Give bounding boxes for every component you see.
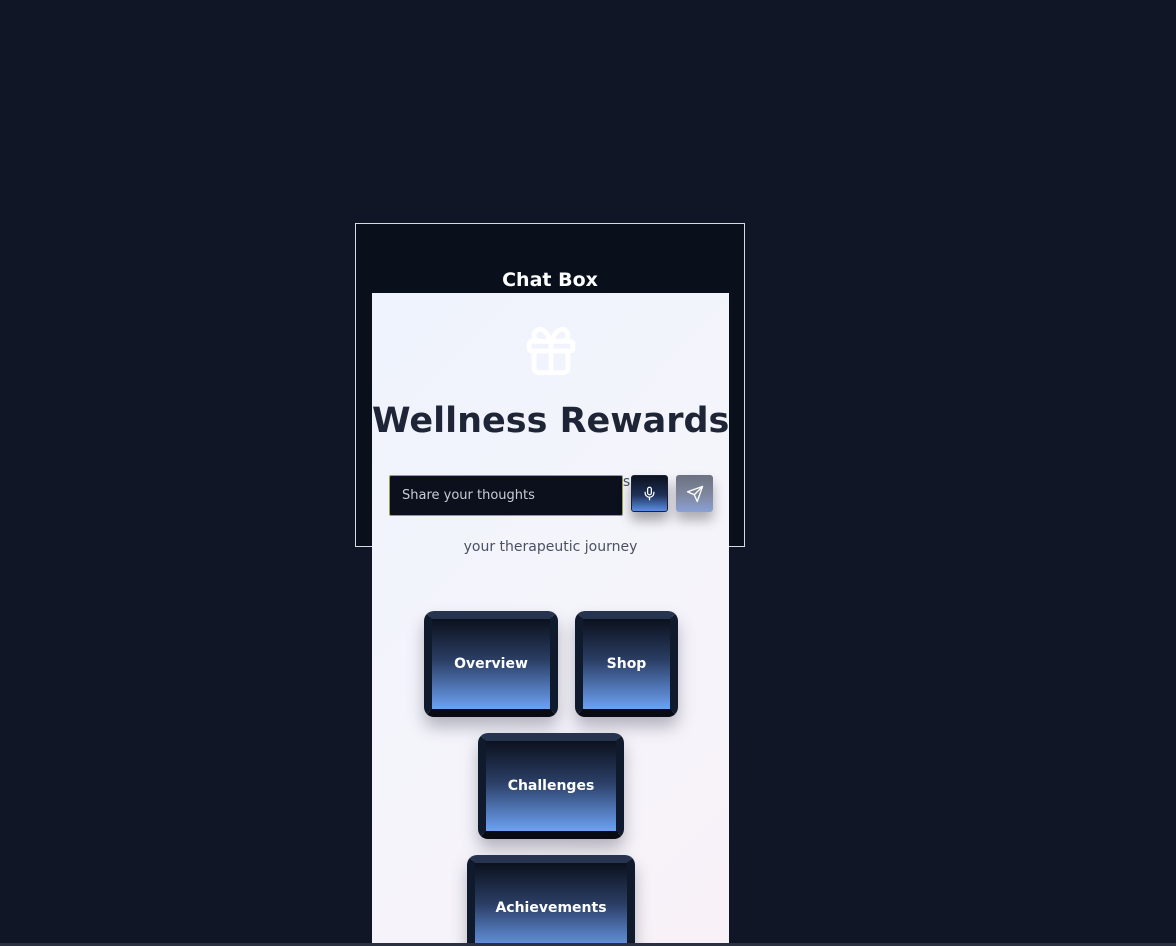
tab-achievements[interactable]: Achievements (467, 855, 635, 946)
wellness-rewards-panel: Wellness Rewards ess on your therapeutic… (372, 293, 729, 946)
gift-icon (526, 326, 576, 376)
rewards-title: Wellness Rewards (372, 401, 729, 441)
chat-input-bar (389, 475, 719, 517)
chat-box-title: Chat Box (502, 269, 598, 291)
chat-message-input[interactable] (389, 475, 623, 516)
tab-challenges-label: Challenges (486, 741, 616, 831)
mic-button[interactable] (631, 475, 668, 512)
send-button[interactable] (676, 475, 713, 512)
tab-shop[interactable]: Shop (575, 611, 678, 717)
tab-overview[interactable]: Overview (424, 611, 558, 717)
tab-shop-label: Shop (583, 619, 670, 709)
microphone-icon (644, 486, 655, 501)
rewards-subtitle-line-2: your therapeutic journey (463, 539, 638, 555)
tab-achievements-label: Achievements (475, 863, 627, 946)
send-icon (686, 485, 703, 502)
app-stage: Chat Box Wellness Rewards ess on your th… (0, 0, 1176, 946)
tab-challenges[interactable]: Challenges (478, 733, 624, 839)
tab-overview-label: Overview (432, 619, 550, 709)
